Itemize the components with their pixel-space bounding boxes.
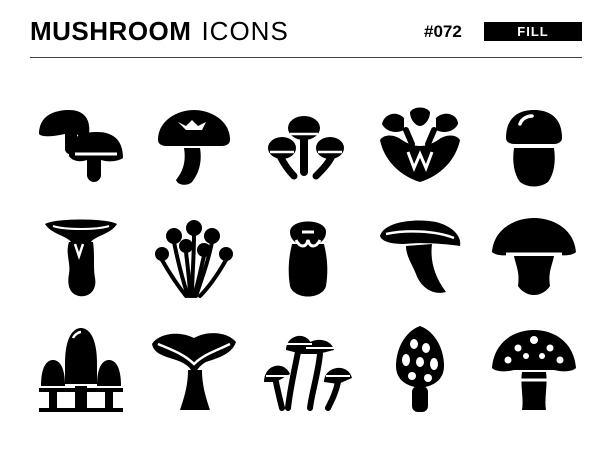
page-title: MUSHROOM ICONS (30, 16, 289, 46)
honey-fungus-cluster-icon (262, 324, 354, 416)
button-mushrooms-icon (35, 104, 127, 196)
title-bold: MUSHROOM (30, 16, 192, 46)
maitake-icon (374, 104, 466, 196)
header: MUSHROOM ICONS #072 FILL (30, 14, 582, 50)
nameko-cluster-icon (262, 104, 354, 196)
matsutake-icon (262, 212, 354, 304)
oyster-mushroom-icon (374, 212, 466, 304)
enoki-bunch-icon (148, 212, 240, 304)
king-oyster-icon (35, 212, 127, 304)
fly-agaric-icon (488, 324, 580, 416)
shiitake-icon (148, 104, 240, 196)
porcini-bun-icon (488, 104, 580, 196)
chanterelle-icon (148, 324, 240, 416)
morel-icon (374, 324, 466, 416)
cep-icon (488, 212, 580, 304)
ink-cap-icon (35, 324, 127, 416)
set-code: #072 (424, 22, 462, 41)
title-light: ICONS (201, 16, 289, 46)
style-badge: FILL (484, 22, 582, 41)
header-divider (30, 57, 582, 58)
